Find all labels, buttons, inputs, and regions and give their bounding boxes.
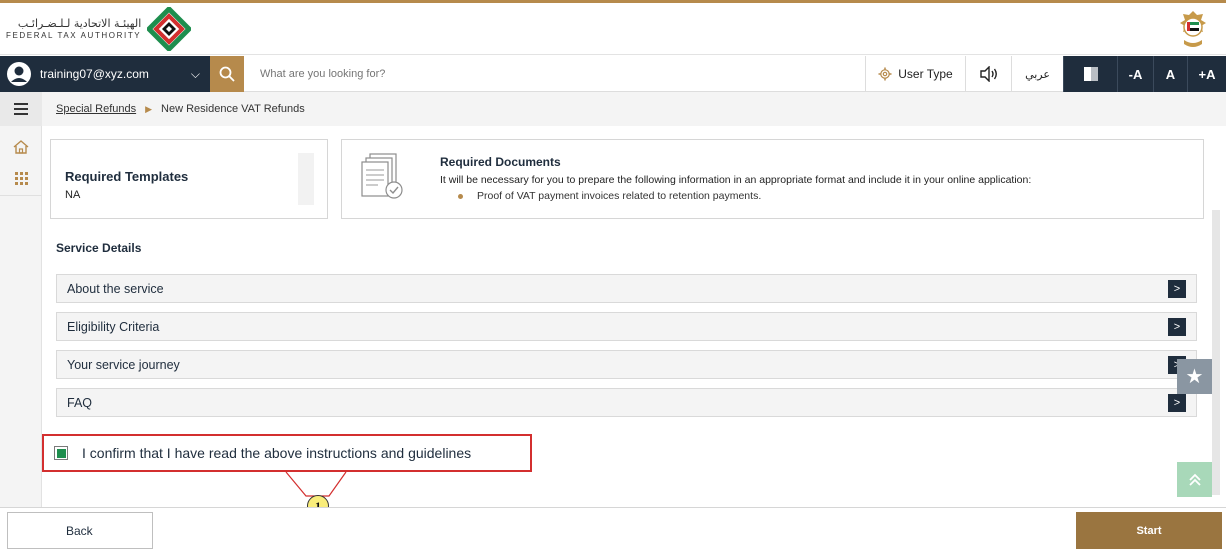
callout-leader-line [285, 471, 347, 497]
back-button[interactable]: Back [7, 512, 153, 549]
favorite-button[interactable]: ★ [1177, 359, 1212, 394]
action-footer: Back Start [0, 507, 1226, 552]
scroll-to-top-button[interactable] [1177, 462, 1212, 497]
start-button[interactable]: Start [1076, 512, 1222, 549]
page-scrollbar[interactable] [1212, 210, 1220, 495]
double-chevron-up-icon [1188, 473, 1201, 486]
star-icon: ★ [1185, 366, 1204, 388]
